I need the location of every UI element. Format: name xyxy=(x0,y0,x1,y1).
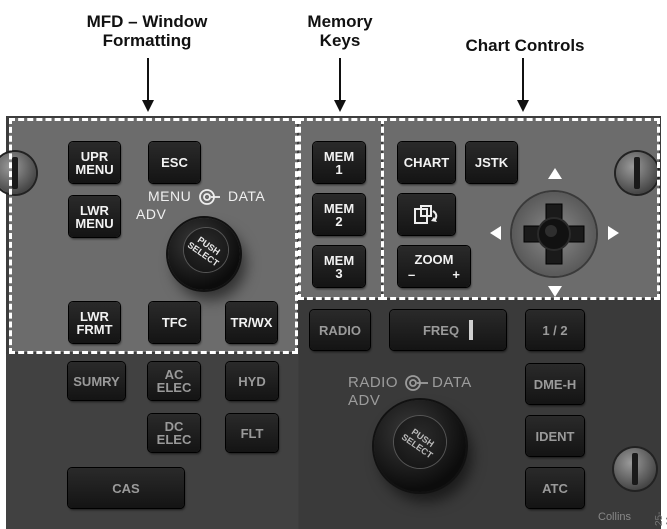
ident-button[interactable]: IDENT xyxy=(526,416,584,456)
mfd-callout-arrow xyxy=(142,58,154,112)
collins-brand: Collins xyxy=(598,511,632,523)
radio-button[interactable]: RADIO xyxy=(310,310,370,350)
hyd-button[interactable]: HYD xyxy=(226,362,278,400)
ac-elec-button[interactable]: AC ELEC xyxy=(148,362,200,400)
radio-concentric-knob-icon xyxy=(405,375,428,391)
chart-controls-callout: Chart Controls xyxy=(465,36,585,55)
freq-button[interactable]: FREQ xyxy=(390,310,506,350)
dme-h-button[interactable]: DME-H xyxy=(526,364,584,404)
freq-label: FREQ xyxy=(422,322,460,338)
flt-button[interactable]: FLT xyxy=(226,414,278,452)
chart-callout-arrow xyxy=(517,58,529,112)
memory-callout-arrow xyxy=(334,58,346,112)
memory-keys-callout: Memory Keys xyxy=(307,12,373,50)
radio-adv-label: ADV xyxy=(348,392,381,409)
mfd-window-formatting-callout: MFD – Window Formatting xyxy=(86,12,208,50)
mfd-window-formatting-outline xyxy=(9,118,298,354)
lower-right-mounting-screw-icon xyxy=(614,448,656,490)
radio-data-label: DATA xyxy=(432,374,472,391)
cas-button[interactable]: CAS xyxy=(68,468,184,508)
memory-keys-outline xyxy=(298,118,384,300)
atc-button[interactable]: ATC xyxy=(526,468,584,508)
sumry-button[interactable]: SUMRY xyxy=(68,362,125,400)
chart-controls-outline xyxy=(381,118,660,300)
one-half-button[interactable]: 1 / 2 xyxy=(526,310,584,350)
radio-label: RADIO xyxy=(348,374,399,391)
figure-id: 25-11-013 xyxy=(654,511,667,526)
freq-indicator-icon xyxy=(469,320,474,340)
dc-elec-button[interactable]: DC ELEC xyxy=(148,414,200,452)
